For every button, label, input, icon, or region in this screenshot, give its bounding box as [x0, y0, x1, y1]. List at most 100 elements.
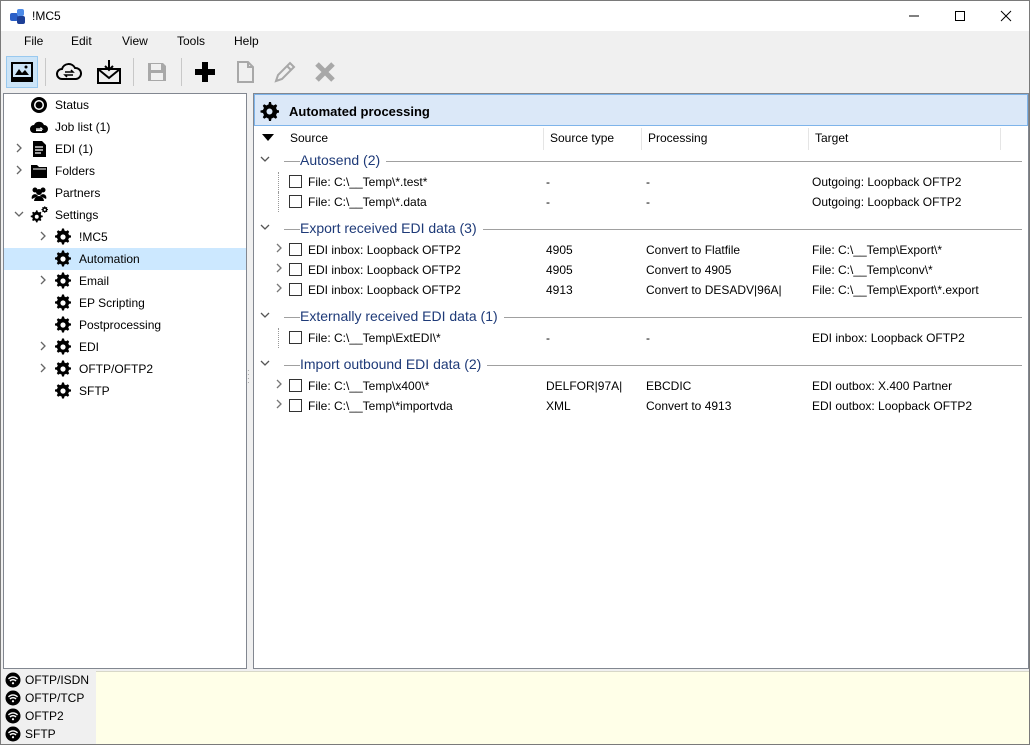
connection-item[interactable]: OFTP/ISDN — [3, 671, 95, 689]
rule-enabled-checkbox[interactable] — [289, 195, 302, 208]
tree-item-email[interactable]: Email — [4, 270, 246, 292]
tree-item-label: Partners — [55, 186, 101, 200]
menu-tools[interactable]: Tools — [177, 34, 205, 48]
copy-button[interactable] — [229, 56, 261, 88]
mail-download-icon — [97, 60, 121, 84]
source-type-cell: XML — [546, 399, 571, 413]
copy-icon — [237, 61, 254, 83]
minimize-button[interactable] — [891, 1, 937, 31]
connection-signal-icon — [5, 726, 21, 742]
sort-descending-icon[interactable] — [262, 134, 274, 142]
receive-mail-button[interactable] — [93, 56, 125, 88]
delete-button[interactable] — [309, 56, 341, 88]
target-cell: File: C:\__Temp\Export\* — [812, 243, 943, 257]
source-cell: EDI inbox: Loopback OFTP2 — [308, 243, 461, 257]
tree-item-partners[interactable]: Partners — [4, 182, 246, 204]
chevron-down-icon[interactable] — [260, 310, 270, 320]
rule-enabled-checkbox[interactable] — [289, 331, 302, 344]
target-cell: Outgoing: Loopback OFTP2 — [812, 195, 962, 209]
processing-cell: - — [646, 175, 650, 189]
sync-button[interactable] — [53, 56, 85, 88]
chevron-down-icon[interactable] — [260, 358, 270, 368]
column-header-source[interactable]: Source — [284, 128, 544, 150]
group-header[interactable]: Externally received EDI data (1) — [254, 306, 1028, 328]
automation-rule-row[interactable]: File: C:\__Temp\ExtEDI\* - - EDI inbox: Loo… — [254, 328, 1028, 348]
chevron-right-icon[interactable] — [274, 263, 284, 276]
tree-item-settings[interactable]: Settings — [4, 204, 246, 226]
column-header-source-type[interactable]: Source type — [544, 128, 642, 150]
connection-item[interactable]: OFTP/TCP — [3, 689, 95, 707]
navigation-tree[interactable]: Status Job list (1) EDI (1) Folders Partners… — [3, 93, 247, 669]
chevron-right-icon[interactable] — [38, 341, 48, 353]
maximize-icon — [955, 11, 965, 21]
chevron-right-icon[interactable] — [274, 283, 284, 296]
rule-enabled-checkbox[interactable] — [289, 283, 302, 296]
tree-item-label: Job list (1) — [55, 120, 111, 134]
tree-item-edi[interactable]: EDI — [4, 336, 246, 358]
connection-item[interactable]: SFTP — [3, 725, 95, 743]
chevron-right-icon[interactable] — [14, 143, 24, 155]
chevron-right-icon[interactable] — [274, 379, 284, 392]
chevron-right-icon[interactable] — [274, 243, 284, 256]
gear-icon — [260, 101, 279, 121]
view-toggle-button[interactable] — [6, 56, 38, 88]
tree-item-label: Postprocessing — [79, 318, 162, 332]
source-type-cell: - — [546, 175, 550, 189]
group-header[interactable]: Import outbound EDI data (2) — [254, 354, 1028, 376]
add-button[interactable] — [189, 56, 221, 88]
rule-enabled-checkbox[interactable] — [289, 263, 302, 276]
tree-item-mc5[interactable]: !MC5 — [4, 226, 246, 248]
automation-rule-row[interactable]: File: C:\__Temp\*.test* - - Outgoing: Loopb… — [254, 172, 1028, 192]
connection-item[interactable]: OFTP2 — [3, 707, 95, 725]
rule-enabled-checkbox[interactable] — [289, 379, 302, 392]
menu-view[interactable]: View — [122, 34, 148, 48]
tree-item-automation[interactable]: Automation — [4, 248, 246, 270]
menu-edit[interactable]: Edit — [71, 34, 92, 48]
tree-item-edi-1[interactable]: EDI (1) — [4, 138, 246, 160]
maximize-button[interactable] — [937, 1, 983, 31]
group-header[interactable]: Export received EDI data (3) — [254, 218, 1028, 240]
automation-rule-row[interactable]: EDI inbox: Loopback OFTP2 4913 Convert to … — [254, 280, 1028, 300]
chevron-down-icon[interactable] — [14, 209, 24, 221]
automation-rule-row[interactable]: File: C:\__Temp\*.data - - Outgoing: Loopba… — [254, 192, 1028, 212]
column-header-processing[interactable]: Processing — [642, 128, 809, 150]
log-area — [96, 671, 1029, 744]
chevron-right-icon[interactable] — [38, 275, 48, 287]
menu-file[interactable]: File — [24, 34, 43, 48]
automation-rule-row[interactable]: EDI inbox: Loopback OFTP2 4905 Convert to … — [254, 260, 1028, 280]
group-label: Autosend (2) — [300, 152, 387, 168]
menu-help[interactable]: Help — [234, 34, 259, 48]
automation-rule-row[interactable]: File: C:\__Temp\*importvda XML Convert to … — [254, 396, 1028, 416]
tree-item-label: EP Scripting — [79, 296, 145, 310]
tree-item-job-list-1[interactable]: Job list (1) — [4, 116, 246, 138]
automation-rule-row[interactable]: File: C:\__Temp\x400\* DELFOR|97A| EBCDIC E… — [254, 376, 1028, 396]
save-button[interactable] — [141, 56, 173, 88]
tree-item-ep-scripting[interactable]: EP Scripting — [4, 292, 246, 314]
target-cell: EDI outbox: Loopback OFTP2 — [812, 399, 973, 413]
toolbar-separator — [45, 58, 46, 86]
chevron-down-icon[interactable] — [260, 154, 270, 164]
tree-item-status[interactable]: Status — [4, 94, 246, 116]
edit-button[interactable] — [269, 56, 301, 88]
chevron-right-icon[interactable] — [38, 231, 48, 243]
tree-item-postprocessing[interactable]: Postprocessing — [4, 314, 246, 336]
tree-item-sftp[interactable]: SFTP — [4, 380, 246, 402]
chevron-down-icon[interactable] — [260, 222, 270, 232]
splitter-handle[interactable]: · · · · — [247, 367, 251, 387]
processing-cell: Convert to 4913 — [646, 399, 732, 413]
source-cell: File: C:\__Temp\ExtEDI\* — [308, 331, 441, 345]
tree-item-folders[interactable]: Folders — [4, 160, 246, 182]
tree-item-oftp-oftp2[interactable]: OFTP/OFTP2 — [4, 358, 246, 380]
automation-rule-row[interactable]: EDI inbox: Loopback OFTP2 4905 Convert to … — [254, 240, 1028, 260]
column-header-target[interactable]: Target — [809, 128, 1001, 150]
group-header[interactable]: Autosend (2) — [254, 150, 1028, 172]
rule-enabled-checkbox[interactable] — [289, 243, 302, 256]
close-button[interactable] — [983, 1, 1029, 31]
rule-enabled-checkbox[interactable] — [289, 175, 302, 188]
window-title: !MC5 — [32, 9, 61, 23]
chevron-right-icon[interactable] — [14, 165, 24, 177]
chevron-right-icon[interactable] — [274, 399, 284, 412]
chevron-right-icon[interactable] — [38, 363, 48, 375]
rule-enabled-checkbox[interactable] — [289, 399, 302, 412]
save-icon — [148, 63, 166, 81]
